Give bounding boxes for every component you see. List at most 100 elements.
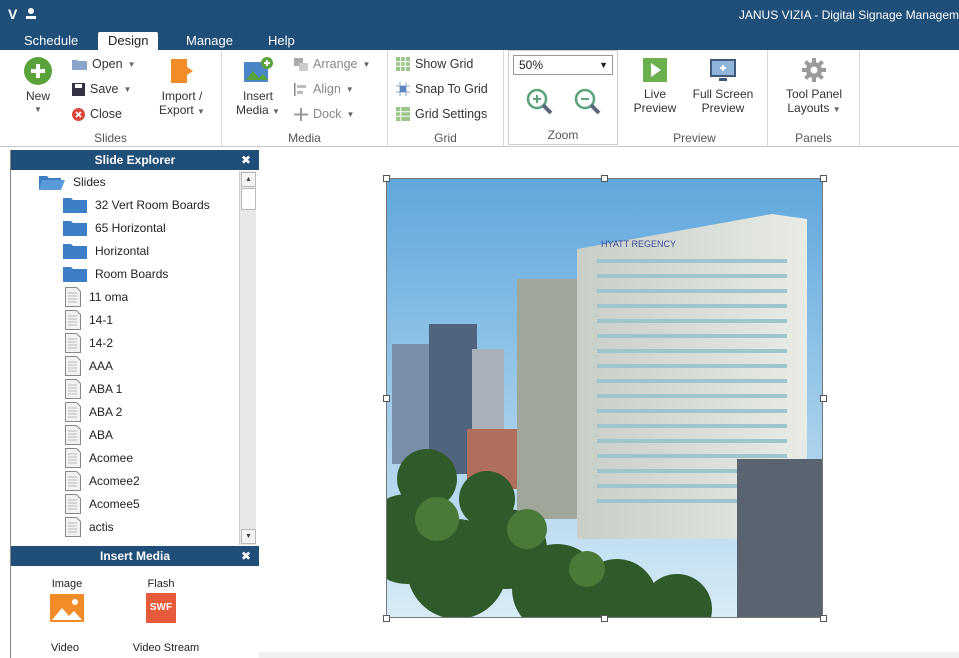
chevron-down-icon: ▼ (34, 105, 42, 114)
save-button[interactable]: Save ▼ (72, 82, 131, 96)
flash-icon: SWF (146, 593, 176, 623)
tab-design[interactable]: Design (98, 32, 159, 50)
show-grid-button[interactable]: Show Grid (396, 57, 473, 71)
zoom-select[interactable]: 50% ▼ (513, 55, 613, 75)
media-image[interactable]: Image (41, 578, 93, 625)
open-button[interactable]: Open ▼ (72, 57, 136, 71)
zoom-value: 50% (519, 58, 544, 72)
insert-media-label-2: Media (236, 103, 269, 117)
media-flash[interactable]: Flash SWF (135, 578, 187, 623)
tree-file[interactable]: actis (65, 515, 114, 538)
close-button[interactable]: Close (72, 107, 122, 121)
tree-file[interactable]: ABA 1 (65, 377, 122, 400)
tree-file[interactable]: 14-2 (65, 331, 113, 354)
tree-file[interactable]: Acomee (65, 446, 133, 469)
zoom-in-icon[interactable] (525, 87, 555, 117)
tree-folder[interactable]: Horizontal (63, 239, 149, 262)
grid-settings-button[interactable]: Grid Settings (396, 107, 487, 121)
slide-explorer-header: Slide Explorer ✖ (11, 150, 259, 170)
tool-panel-layouts-button[interactable]: Tool Panel Layouts ▼ (778, 56, 850, 117)
design-canvas-area: HYATT REGENCY (259, 150, 959, 658)
tree-item-label: 65 Horizontal (95, 220, 166, 235)
full-screen-preview-button[interactable]: Full Screen Preview (688, 56, 758, 115)
live-preview-label-1: Live (643, 87, 666, 101)
title-bar: V JANUS VIZIA - Digital Signage Managem (0, 0, 959, 30)
chevron-down-icon[interactable]: ▼ (599, 56, 608, 74)
tree-item-label: 11 oma (89, 289, 129, 304)
tree-file[interactable]: AAA (65, 354, 113, 377)
insert-media-button[interactable]: Insert Media ▼ (234, 56, 282, 119)
tree-file[interactable]: Acomee5 (65, 492, 140, 515)
tree-file[interactable]: ABA 2 (65, 400, 122, 423)
tree-file[interactable]: 11 oma (65, 285, 128, 308)
document-icon (65, 378, 81, 399)
document-icon (65, 309, 81, 330)
tree-scrollbar[interactable]: ▲ ▼ (239, 171, 256, 545)
resize-handle[interactable] (601, 615, 608, 622)
chevron-down-icon: ▼ (346, 109, 355, 119)
resize-handle[interactable] (383, 175, 390, 182)
chevron-down-icon: ▼ (197, 107, 205, 116)
group-slides: New ▼ Open ▼ Save ▼ Close Import / Export … (0, 50, 222, 147)
align-button[interactable]: Align ▼ (294, 82, 354, 96)
tree-item-label: ABA 1 (89, 381, 123, 396)
open-folder-icon (39, 175, 65, 190)
slide-explorer-title: Slide Explorer (94, 153, 176, 167)
media-label: Image (51, 578, 83, 590)
pin-icon[interactable]: ✖ (241, 546, 251, 566)
snap-to-grid-button[interactable]: Snap To Grid (396, 82, 488, 96)
scroll-up-icon[interactable]: ▲ (241, 172, 256, 187)
resize-handle[interactable] (820, 615, 827, 622)
pin-icon[interactable]: ✖ (241, 150, 251, 170)
document-icon (65, 447, 81, 468)
resize-handle[interactable] (820, 395, 827, 402)
tree-item-label: ABA 2 (89, 404, 123, 419)
tab-schedule[interactable]: Schedule (14, 32, 88, 50)
new-button[interactable]: New ▼ (18, 56, 58, 117)
insert-media-panel: Image Flash SWF Video Video Stream (11, 566, 259, 658)
tree-folder[interactable]: 32 Vert Room Boards (63, 193, 210, 216)
tree-item-slides-root[interactable]: Slides (39, 170, 106, 193)
show-grid-label: Show Grid (415, 57, 474, 71)
gear-icon (802, 58, 826, 82)
group-label-media: Media (288, 131, 321, 145)
tree-file[interactable]: 14-1 (65, 308, 113, 331)
tab-help[interactable]: Help (258, 32, 305, 50)
resize-handle[interactable] (383, 615, 390, 622)
save-label: Save (90, 82, 119, 96)
user-icon[interactable] (24, 7, 38, 21)
tree-file[interactable]: ABA (65, 423, 113, 446)
insert-image-icon (244, 57, 273, 82)
group-label-grid: Grid (434, 131, 457, 145)
live-preview-label-2: Preview (633, 101, 677, 115)
slide-image[interactable]: HYATT REGENCY (386, 178, 823, 618)
tab-manage[interactable]: Manage (176, 32, 243, 50)
folder-icon (63, 197, 87, 213)
media-video-stream[interactable]: Video Stream (121, 642, 211, 654)
import-export-button[interactable]: Import / Export ▼ (152, 56, 212, 119)
group-label-slides: Slides (94, 131, 127, 145)
app-logo: V (8, 6, 18, 22)
scroll-thumb[interactable] (241, 188, 256, 210)
resize-handle[interactable] (820, 175, 827, 182)
folder-icon (72, 60, 87, 70)
ribbon: New ▼ Open ▼ Save ▼ Close Import / Export … (0, 50, 959, 147)
resize-handle[interactable] (601, 175, 608, 182)
tree-item-label: 14-1 (89, 312, 114, 327)
zoom-out-icon[interactable] (573, 87, 603, 117)
dock-button[interactable]: Dock ▼ (294, 107, 354, 121)
tree-item-label: 32 Vert Room Boards (95, 197, 210, 212)
grid-icon (396, 57, 410, 71)
arrange-button[interactable]: Arrange ▼ (294, 57, 370, 71)
group-panels: Tool Panel Layouts ▼ Panels (768, 50, 860, 147)
media-video[interactable]: Video (39, 642, 91, 654)
resize-handle[interactable] (383, 395, 390, 402)
tree-folder[interactable]: 65 Horizontal (63, 216, 166, 239)
group-preview: Live Preview Full Screen Preview Preview (622, 50, 768, 147)
scroll-down-icon[interactable]: ▼ (241, 529, 256, 544)
tree-folder[interactable]: Room Boards (63, 262, 168, 285)
tree-file[interactable]: Acomee2 (65, 469, 140, 492)
design-canvas[interactable]: HYATT REGENCY (259, 150, 959, 652)
arrange-label: Arrange (313, 57, 358, 71)
live-preview-button[interactable]: Live Preview (628, 56, 682, 115)
